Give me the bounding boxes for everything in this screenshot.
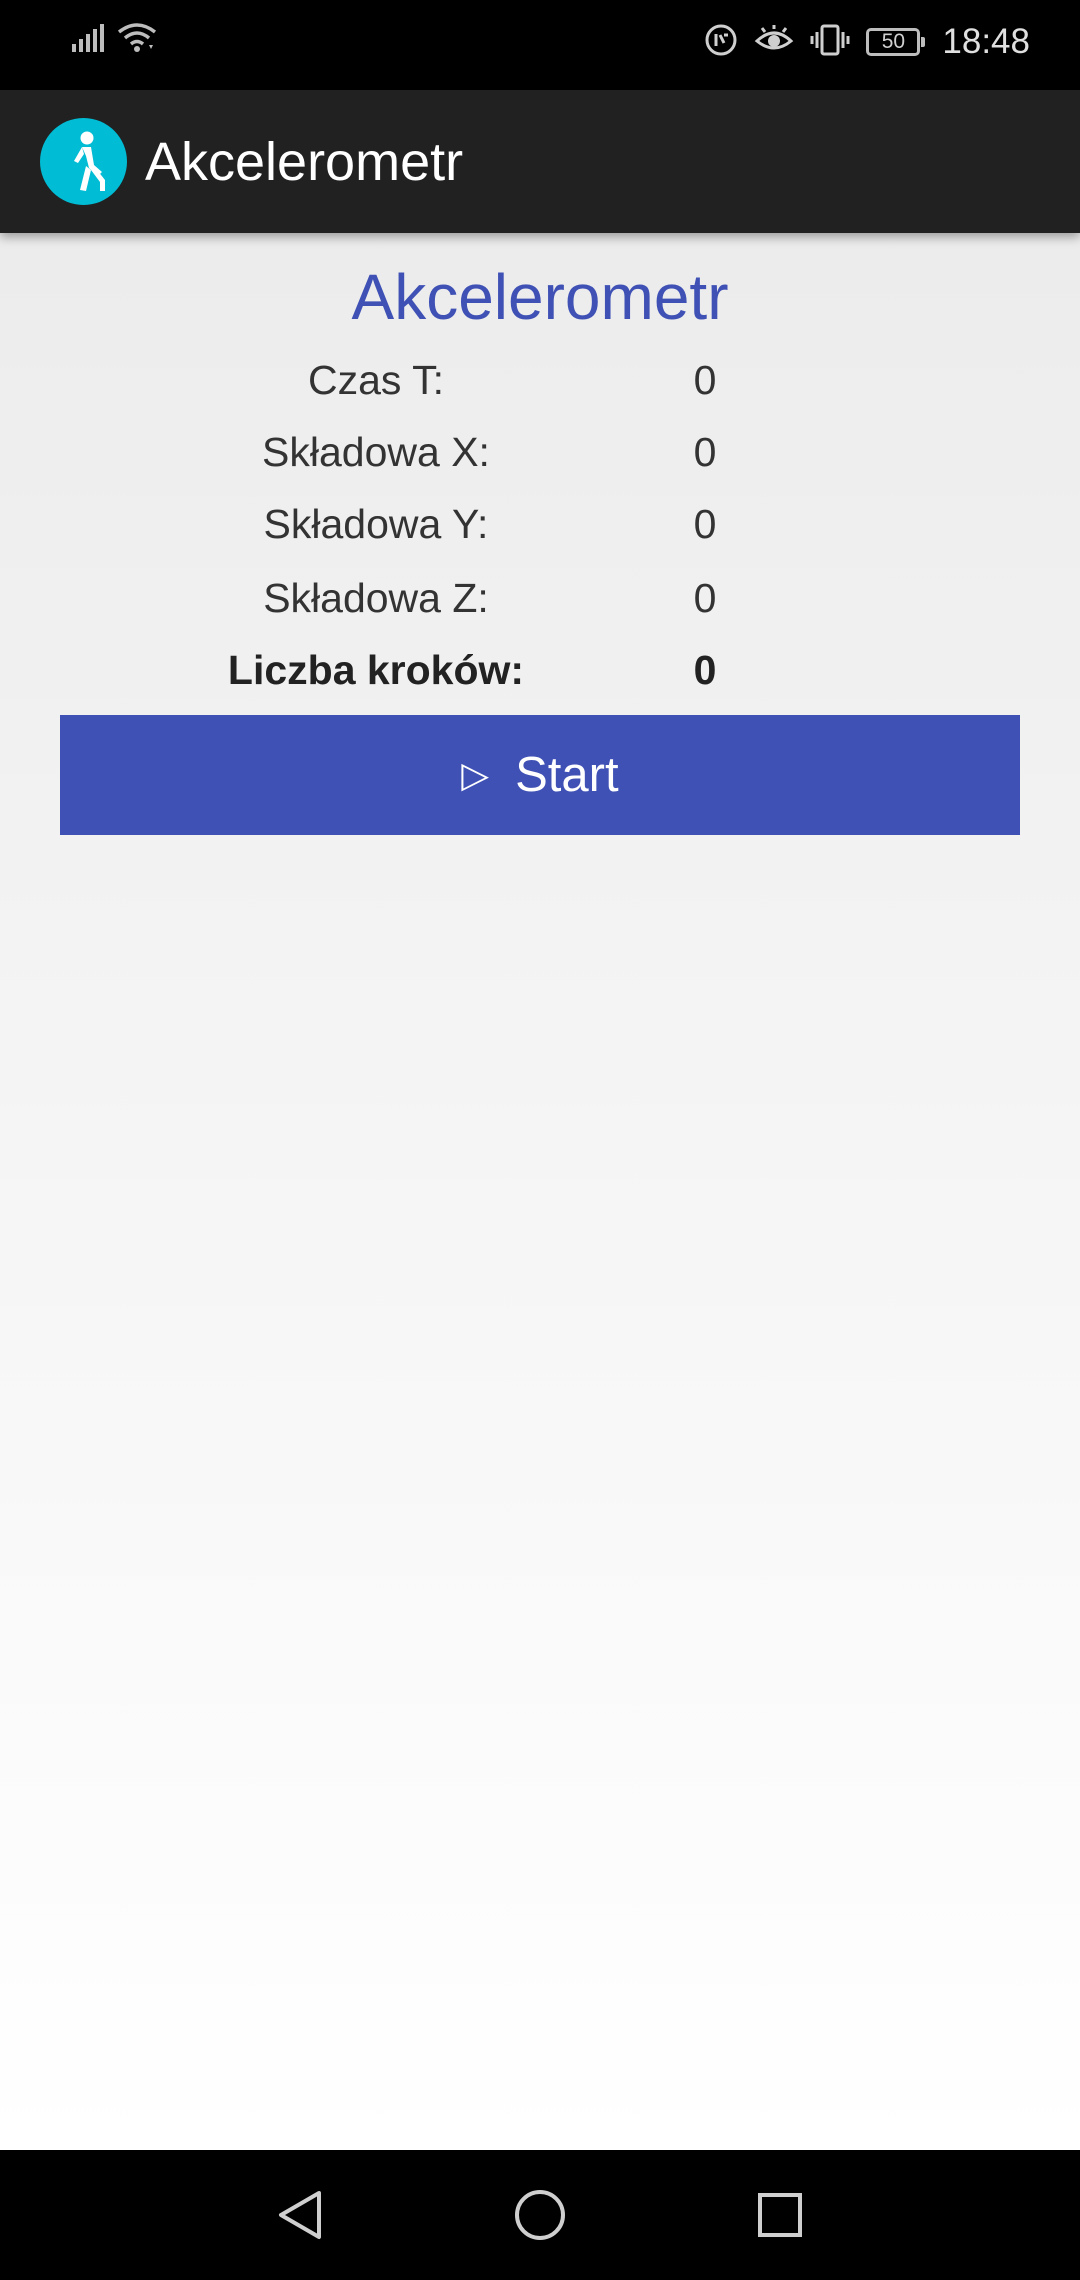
page-heading: Akcelerometr [351,261,729,333]
row-label: Składowa Z: [263,575,489,621]
home-icon[interactable] [505,2180,575,2250]
signal-icon [72,24,106,57]
status-left-icons [72,22,158,59]
start-button-label: Start [515,748,619,802]
status-time: 18:48 [942,22,1030,61]
row-steps: Liczba kroków: 0 [0,647,1080,703]
row-label: Składowa Y: [263,501,489,547]
row-value: 0 [693,647,717,693]
row-value: 0 [693,429,717,475]
vibrate-icon [810,23,850,62]
row-time: Czas T: 0 [0,357,1080,413]
play-icon: ▷ [461,754,490,796]
nav-bar [0,2150,1080,2280]
data-saver-icon [704,23,738,62]
battery-icon: 50 [866,28,926,56]
row-value: 0 [693,575,717,621]
row-value: 0 [693,357,717,403]
row-x: Składowa X: 0 [0,429,1080,485]
row-value: 0 [693,501,717,547]
app-bar: Akcelerometr [0,90,1080,233]
row-label: Składowa X: [262,429,490,475]
walking-person-icon [40,118,127,205]
row-label: Liczba kroków: [227,647,525,693]
wifi-icon [116,22,158,59]
recents-icon[interactable] [745,2180,815,2250]
battery-level: 50 [881,30,906,53]
back-icon[interactable] [265,2180,335,2250]
status-bar: 50 18:48 [0,0,1080,90]
row-y: Składowa Y: 0 [0,501,1080,557]
status-right-icons: 50 18:48 [704,22,1030,62]
app-title: Akcelerometr [145,132,464,192]
start-button[interactable]: ▷ Start [60,715,1020,835]
main-content: Akcelerometr Czas T: 0 Składowa X: 0 Skł… [0,233,1080,2150]
eye-comfort-icon [754,23,794,62]
row-label: Czas T: [308,357,444,403]
row-z: Składowa Z: 0 [0,575,1080,631]
